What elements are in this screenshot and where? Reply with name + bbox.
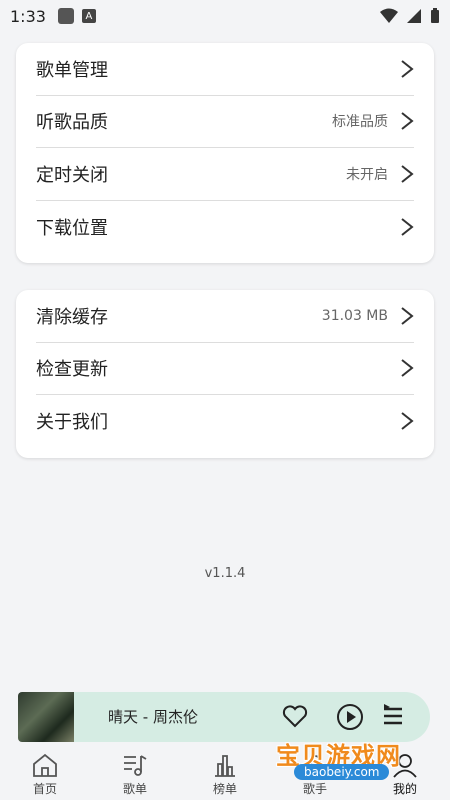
setting-label: 听歌品质: [36, 112, 108, 134]
setting-row-playlist-manage[interactable]: 歌单管理: [36, 43, 414, 96]
setting-label: 歌单管理: [36, 59, 108, 81]
setting-label: 定时关闭: [36, 164, 108, 186]
setting-value: 未开启: [346, 166, 388, 183]
setting-row-sleep-timer[interactable]: 定时关闭 未开启: [36, 148, 414, 201]
mini-player[interactable]: 晴天 - 周杰伦: [18, 692, 430, 742]
setting-label: 关于我们: [36, 412, 108, 434]
play-icon[interactable]: [336, 703, 364, 731]
chevron-right-icon: [400, 306, 414, 326]
wifi-icon: [380, 8, 398, 23]
settings-card-1: 歌单管理 听歌品质 标准品质 定时关闭 未开启 下载位置: [16, 43, 434, 263]
setting-label: 检查更新: [36, 359, 108, 381]
bottom-tab-bar: 首页 歌单 榜单 歌手 我的: [0, 748, 450, 800]
tab-playlists[interactable]: 歌单: [90, 748, 180, 800]
app-notification-icon: A: [81, 9, 96, 23]
status-time: 1:33: [10, 6, 46, 26]
chevron-right-icon: [400, 217, 414, 237]
chevron-right-icon: [400, 111, 414, 131]
tab-label: 首页: [32, 782, 57, 796]
chevron-right-icon: [400, 411, 414, 431]
setting-row-clear-cache[interactable]: 清除缓存 31.03 MB: [36, 290, 414, 343]
album-cover[interactable]: [18, 692, 74, 742]
user-icon: [393, 754, 417, 778]
version-label: v1.1.4: [204, 566, 246, 581]
now-playing-title[interactable]: 晴天 - 周杰伦: [108, 692, 198, 742]
singer-icon: [305, 755, 325, 777]
settings-card-2: 清除缓存 31.03 MB 检查更新 关于我们: [16, 290, 434, 458]
tab-label: 歌单: [122, 782, 147, 796]
tab-singers[interactable]: 歌手: [270, 748, 360, 800]
home-icon: [33, 753, 57, 777]
tab-home[interactable]: 首页: [0, 748, 90, 800]
tab-label: 榜单: [212, 782, 237, 796]
chevron-right-icon: [400, 59, 414, 79]
setting-label: 清除缓存: [36, 306, 108, 328]
setting-row-download-location[interactable]: 下载位置: [36, 201, 414, 254]
setting-row-check-update[interactable]: 检查更新: [36, 343, 414, 395]
tab-label: 我的: [392, 782, 417, 796]
setting-value: 标准品质: [332, 114, 388, 131]
battery-icon: [431, 8, 439, 23]
status-bar: 1:33 A: [0, 0, 450, 32]
chevron-right-icon: [400, 164, 414, 184]
setting-row-audio-quality[interactable]: 听歌品质 标准品质: [36, 96, 414, 148]
tab-label: 歌手: [302, 782, 327, 796]
music-list-icon: [124, 755, 147, 776]
heart-icon[interactable]: [282, 704, 308, 730]
chart-icon: [215, 755, 235, 777]
setting-value: 31.03 MB: [321, 307, 388, 324]
tab-charts[interactable]: 榜单: [180, 748, 270, 800]
playlist-icon[interactable]: [382, 704, 408, 730]
setting-label: 下载位置: [36, 217, 108, 239]
chevron-right-icon: [400, 358, 414, 378]
signal-icon: [407, 9, 421, 23]
setting-row-about[interactable]: 关于我们: [36, 395, 414, 448]
notification-icon: [57, 8, 74, 24]
tab-mine[interactable]: 我的: [360, 748, 450, 800]
